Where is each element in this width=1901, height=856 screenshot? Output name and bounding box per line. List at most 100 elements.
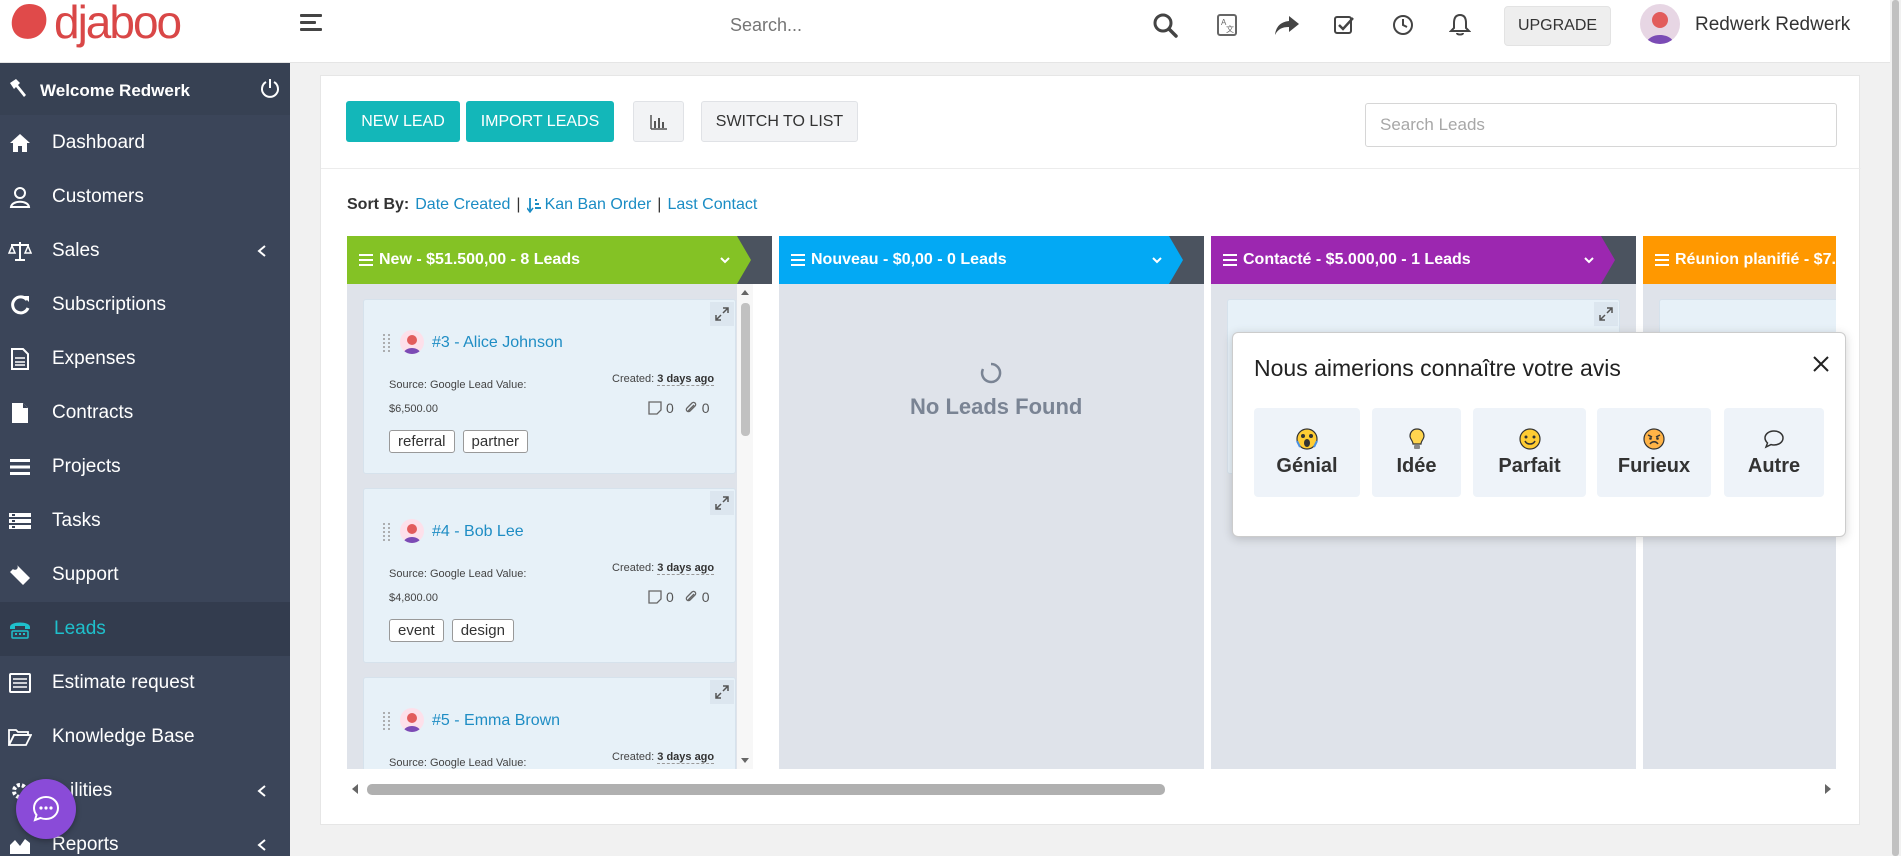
tag-badge[interactable]: referral [389,430,455,453]
chat-icon [32,795,60,822]
kanban-column-header-contacte[interactable]: Contacté - $5.000,00 - 1 Leads [1211,236,1636,284]
tasks-icon [8,509,32,533]
user-name[interactable]: Redwerk Redwerk [1695,14,1850,36]
feedback-option-furieux[interactable]: Furieux [1597,408,1711,497]
sidebar-item-label: Sales [52,240,100,261]
scroll-right-icon[interactable] [1822,782,1834,796]
djaboo-logo[interactable]: djaboo [8,0,182,45]
sidebar-item-knowledge-base[interactable]: Knowledge Base [0,710,290,764]
lead-title-link[interactable]: #4 - Bob Lee [432,523,524,541]
expand-icon[interactable] [710,680,734,704]
sidebar-item-dashboard[interactable]: Dashboard [0,116,290,170]
feedback-option-genial[interactable]: Génial [1254,408,1360,497]
expand-icon[interactable] [1594,302,1618,326]
close-icon[interactable] [1810,353,1832,375]
drag-handle-icon[interactable] [382,522,392,544]
column-vertical-scrollbar[interactable] [737,284,753,769]
feedback-option-autre[interactable]: Autre [1724,408,1824,497]
chat-widget-button[interactable] [16,779,76,839]
column-title: Nouveau - $0,00 - 0 Leads [811,251,1007,268]
chevron-down-icon [1152,257,1162,264]
translate-icon[interactable]: A文 [1210,8,1244,42]
menu-toggle-icon[interactable] [300,14,322,32]
avatar [400,330,424,354]
sort-last-contact-link[interactable]: Last Contact [667,196,757,214]
sort-date-created-link[interactable]: Date Created [415,196,510,214]
hammer-icon [10,79,26,97]
sidebar-item-label: Customers [52,186,144,207]
sidebar-item-support[interactable]: Support [0,548,290,602]
bell-icon[interactable] [1443,8,1477,42]
scroll-left-icon[interactable] [349,782,361,796]
tag-badge[interactable]: partner [462,430,529,453]
refresh-icon [8,293,32,317]
kanban-horizontal-scrollbar[interactable] [347,779,1836,799]
power-icon[interactable] [259,77,281,99]
user-avatar[interactable] [1640,4,1680,44]
scroll-up-icon[interactable] [737,286,753,298]
page-scrollbar[interactable] [1890,0,1901,856]
expand-icon[interactable] [710,302,734,326]
share-icon[interactable] [1270,8,1304,42]
sidebar-item-label: Estimate request [52,672,195,693]
ticket-icon [8,563,32,587]
drag-bars-icon [791,254,805,266]
drag-handle-icon[interactable] [382,711,392,733]
area-chart-icon [8,833,32,856]
feedback-option-idee[interactable]: Idée [1372,408,1461,497]
summary-chart-button[interactable] [633,101,684,142]
kanban-column-header-nouveau[interactable]: Nouveau - $0,00 - 0 Leads [779,236,1204,284]
scroll-down-icon[interactable] [737,755,753,767]
column-title: Contacté - $5.000,00 - 1 Leads [1243,251,1471,268]
search-leads-input[interactable] [1365,103,1837,147]
sidebar-item-estimate-request[interactable]: Estimate request [0,656,290,710]
sidebar-item-contracts[interactable]: Contracts [0,386,290,440]
file-text-icon [8,347,32,371]
feedback-option-parfait[interactable]: Parfait [1473,408,1586,497]
new-lead-button[interactable]: NEW LEAD [346,101,460,142]
clock-icon[interactable] [1386,8,1420,42]
search-icon[interactable] [1148,8,1182,42]
sidebar-item-leads[interactable]: Leads [0,602,290,656]
check-square-icon[interactable] [1327,8,1361,42]
feedback-option-label: Idée [1396,455,1437,477]
tag-badge[interactable]: event [389,619,444,642]
sidebar-item-expenses[interactable]: Expenses [0,332,290,386]
import-leads-button[interactable]: IMPORT LEADS [466,101,614,142]
sidebar-item-projects[interactable]: Projects [0,440,290,494]
upgrade-button[interactable]: UPGRADE [1504,6,1611,46]
sidebar-item-label: Dashboard [52,132,145,153]
bars-icon [8,455,32,479]
bar-chart-icon [649,114,667,130]
sort-amount-icon [526,198,541,213]
lead-title-link[interactable]: #5 - Emma Brown [432,712,560,730]
divider [321,168,1861,169]
sort-kanban-order-link[interactable]: Kan Ban Order [545,196,652,214]
sort-by-label: Sort By: [347,196,410,213]
kanban-column-header-reunion[interactable]: Réunion planifié - $7.000,00 [1643,236,1836,284]
sidebar-item-label: Support [52,564,119,585]
screaming-face-icon [1296,428,1318,450]
lead-card[interactable]: #4 - Bob Lee Source: Google Lead Value: $… [363,488,736,663]
lead-card[interactable]: #5 - Emma Brown Source: Google Lead Valu… [363,677,736,769]
sidebar-item-label: Knowledge Base [52,726,195,747]
sidebar-item-subscriptions[interactable]: Subscriptions [0,278,290,332]
sidebar-item-label: Tasks [52,510,101,531]
sidebar-item-customers[interactable]: Customers [0,170,290,224]
sidebar-item-tasks[interactable]: Tasks [0,494,290,548]
chevron-down-icon [720,257,730,264]
lead-card[interactable]: #3 - Alice Johnson Source: Google Lead V… [363,299,736,474]
tag-badge[interactable]: design [451,619,514,642]
global-search-input[interactable] [730,10,1130,40]
lead-title-link[interactable]: #3 - Alice Johnson [432,334,563,352]
speech-bubble-icon [1764,430,1784,449]
home-icon [8,131,32,155]
switch-to-list-button[interactable]: SWITCH TO LIST [701,101,858,142]
folder-open-icon [8,725,32,749]
kanban-column-header-new[interactable]: New - $51.500,00 - 8 Leads [347,236,772,284]
drag-bars-icon [1655,254,1669,266]
expand-icon[interactable] [710,491,734,515]
sort-separator: | [657,196,662,213]
drag-handle-icon[interactable] [382,333,392,355]
sidebar-item-sales[interactable]: Sales [0,224,290,278]
